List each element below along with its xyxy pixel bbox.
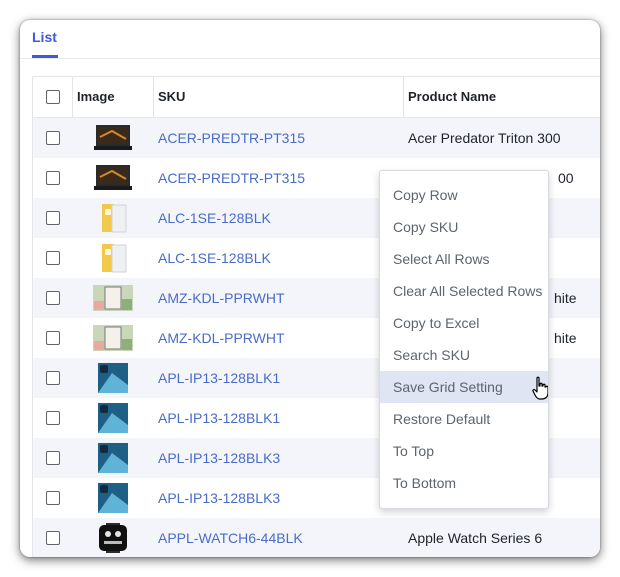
sku-link[interactable]: ALC-1SE-128BLK: [158, 198, 271, 238]
active-tab-indicator: [32, 55, 58, 58]
smartphone-icon: [98, 403, 128, 433]
laptop-icon: [94, 165, 132, 190]
table-row[interactable]: ACER-PREDTR-PT315 Acer Predator Triton 3…: [33, 118, 600, 158]
phone-package-icon: [102, 204, 127, 233]
menu-item-copy-to-excel[interactable]: Copy to Excel: [380, 307, 548, 339]
menu-item-to-bottom[interactable]: To Bottom: [380, 467, 548, 499]
phone-package-icon: [102, 244, 127, 273]
menu-item-to-top[interactable]: To Top: [380, 435, 548, 467]
smartphone-icon: [98, 363, 128, 393]
sku-link[interactable]: APL-IP13-128BLK3: [158, 478, 280, 518]
column-header-sku[interactable]: SKU: [154, 77, 404, 117]
ereader-icon: [93, 325, 133, 351]
smartwatch-icon: [99, 523, 127, 553]
product-name: hite: [554, 290, 577, 306]
tab-bar: List: [20, 20, 600, 59]
column-header-image[interactable]: Image: [73, 77, 154, 117]
sku-link[interactable]: APPL-WATCH6-44BLK: [158, 518, 303, 557]
row-checkbox[interactable]: [46, 371, 60, 385]
sku-link[interactable]: APL-IP13-128BLK1: [158, 398, 280, 438]
menu-item-save-grid-setting[interactable]: Save Grid Setting: [380, 371, 548, 403]
row-checkbox[interactable]: [46, 531, 60, 545]
column-header-product-name[interactable]: Product Name: [404, 77, 600, 117]
sku-link[interactable]: ACER-PREDTR-PT315: [158, 118, 305, 158]
row-checkbox[interactable]: [46, 131, 60, 145]
row-checkbox[interactable]: [46, 451, 60, 465]
sku-link[interactable]: ACER-PREDTR-PT315: [158, 158, 305, 198]
menu-item-copy-row[interactable]: Copy Row: [380, 179, 548, 211]
select-all-cell: [33, 77, 73, 117]
row-checkbox[interactable]: [46, 211, 60, 225]
select-all-checkbox[interactable]: [46, 90, 60, 104]
hand-pointer-icon: [532, 376, 548, 400]
menu-item-select-all-rows[interactable]: Select All Rows: [380, 243, 548, 275]
sku-link[interactable]: APL-IP13-128BLK3: [158, 438, 280, 478]
grid-header: Image SKU Product Name: [33, 77, 600, 118]
menu-item-copy-sku[interactable]: Copy SKU: [380, 211, 548, 243]
product-name: Apple Watch Series 6: [408, 530, 543, 546]
row-checkbox[interactable]: [46, 291, 60, 305]
menu-item-restore-default[interactable]: Restore Default: [380, 403, 548, 435]
product-name: Acer Predator Triton 300: [408, 130, 561, 146]
product-name: 00: [558, 170, 574, 186]
smartphone-icon: [98, 443, 128, 473]
menu-item-clear-all-selected-rows[interactable]: Clear All Selected Rows: [380, 275, 548, 307]
product-name: hite: [554, 330, 577, 346]
sku-link[interactable]: ALC-1SE-128BLK: [158, 238, 271, 278]
menu-item-search-sku[interactable]: Search SKU: [380, 339, 548, 371]
ereader-icon: [93, 285, 133, 311]
laptop-icon: [94, 125, 132, 150]
row-checkbox[interactable]: [46, 411, 60, 425]
row-checkbox[interactable]: [46, 491, 60, 505]
smartphone-icon: [98, 483, 128, 513]
sku-link[interactable]: AMZ-KDL-PPRWHT: [158, 318, 285, 358]
tab-list[interactable]: List: [32, 29, 57, 45]
table-row[interactable]: APPL-WATCH6-44BLK Apple Watch Series 6: [33, 518, 600, 557]
row-checkbox[interactable]: [46, 251, 60, 265]
row-checkbox[interactable]: [46, 171, 60, 185]
row-checkbox[interactable]: [46, 331, 60, 345]
sku-link[interactable]: AMZ-KDL-PPRWHT: [158, 278, 285, 318]
product-list-panel: List Image SKU Product Name ACER-PREDTR-…: [20, 20, 600, 557]
context-menu: Copy Row Copy SKU Select All Rows Clear …: [379, 170, 549, 509]
sku-link[interactable]: APL-IP13-128BLK1: [158, 358, 280, 398]
